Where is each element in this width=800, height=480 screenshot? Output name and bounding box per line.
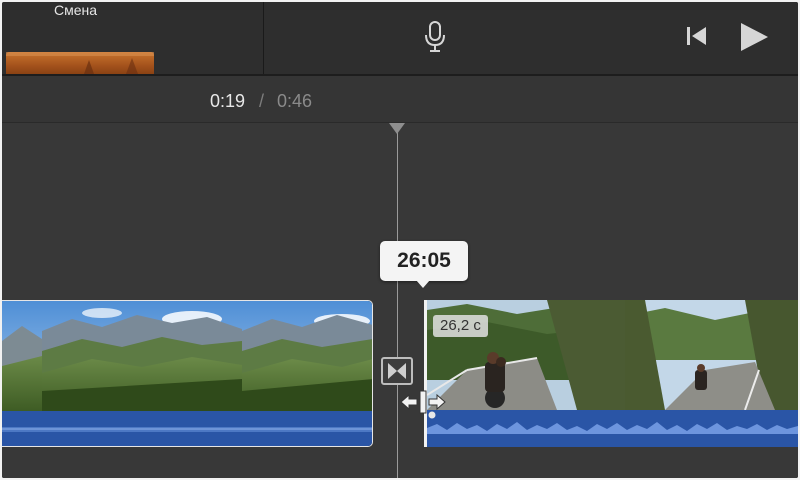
trim-resize-icon xyxy=(400,390,446,414)
skip-to-start-button[interactable] xyxy=(684,24,708,48)
video-clip-mountains[interactable] xyxy=(2,300,373,447)
playhead-marker[interactable] xyxy=(389,123,405,134)
transition-icon-button[interactable] xyxy=(381,357,413,385)
skip-to-start-icon xyxy=(687,27,706,45)
clip-filmstrip xyxy=(2,301,372,411)
audio-track[interactable] xyxy=(2,411,372,446)
total-time: 0:46 xyxy=(277,91,313,111)
cross-dissolve-icon xyxy=(388,363,406,379)
timeline-area[interactable]: 26:05 26,2 с xyxy=(2,123,798,478)
playhead[interactable] xyxy=(397,131,398,478)
transition-thumbnail[interactable] xyxy=(6,52,154,74)
duration-tooltip: 26:05 xyxy=(380,241,468,281)
trim-handle[interactable] xyxy=(399,389,447,415)
tooltip-arrow xyxy=(416,280,430,288)
audio-track[interactable] xyxy=(427,410,798,447)
imovie-window: Смена 0:19 / 0:46 26:05 26,2 с xyxy=(2,2,798,478)
play-icon xyxy=(741,23,768,51)
clip-duration-badge: 26,2 с xyxy=(433,315,488,337)
microphone-button[interactable] xyxy=(423,20,447,54)
current-time: 0:19 xyxy=(210,91,246,111)
microphone-icon xyxy=(425,21,445,52)
timecode-bar: 0:19 / 0:46 xyxy=(2,76,798,123)
play-button[interactable] xyxy=(737,20,771,54)
transitions-browser: Смена xyxy=(2,2,264,74)
top-toolbar: Смена xyxy=(2,2,798,74)
time-separator: / xyxy=(259,91,265,111)
transition-name: Смена xyxy=(54,2,98,18)
